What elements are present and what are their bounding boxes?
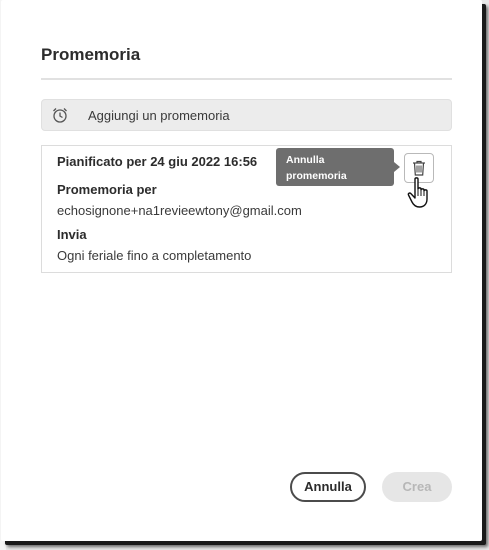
create-button[interactable]: Crea xyxy=(382,472,452,502)
delete-reminder-button[interactable] xyxy=(404,153,434,183)
trash-icon xyxy=(413,160,425,176)
dialog-title: Promemoria xyxy=(41,45,141,64)
title-divider xyxy=(41,78,452,80)
send-frequency: Ogni feriale fino a completamento xyxy=(57,248,252,263)
cancel-button[interactable]: Annulla xyxy=(290,472,366,502)
reminders-dialog: Promemoria Aggiungi un promemoria Pianif… xyxy=(1,0,482,541)
alarm-clock-icon xyxy=(53,108,67,123)
tooltip-arrow xyxy=(394,162,400,172)
add-reminder-button[interactable]: Aggiungi un promemoria xyxy=(41,99,452,131)
reminder-card: Pianificato per 24 giu 2022 16:56 Promem… xyxy=(41,145,452,273)
recipient-heading: Promemoria per xyxy=(57,182,157,197)
recipient-email: echosignone+na1revieewtony@gmail.com xyxy=(57,203,302,218)
send-heading: Invia xyxy=(57,227,87,242)
delete-tooltip: Annulla promemoria xyxy=(276,148,394,186)
scheduled-text: Pianificato per 24 giu 2022 16:56 xyxy=(57,154,258,169)
add-reminder-label: Aggiungi un promemoria xyxy=(88,108,230,123)
